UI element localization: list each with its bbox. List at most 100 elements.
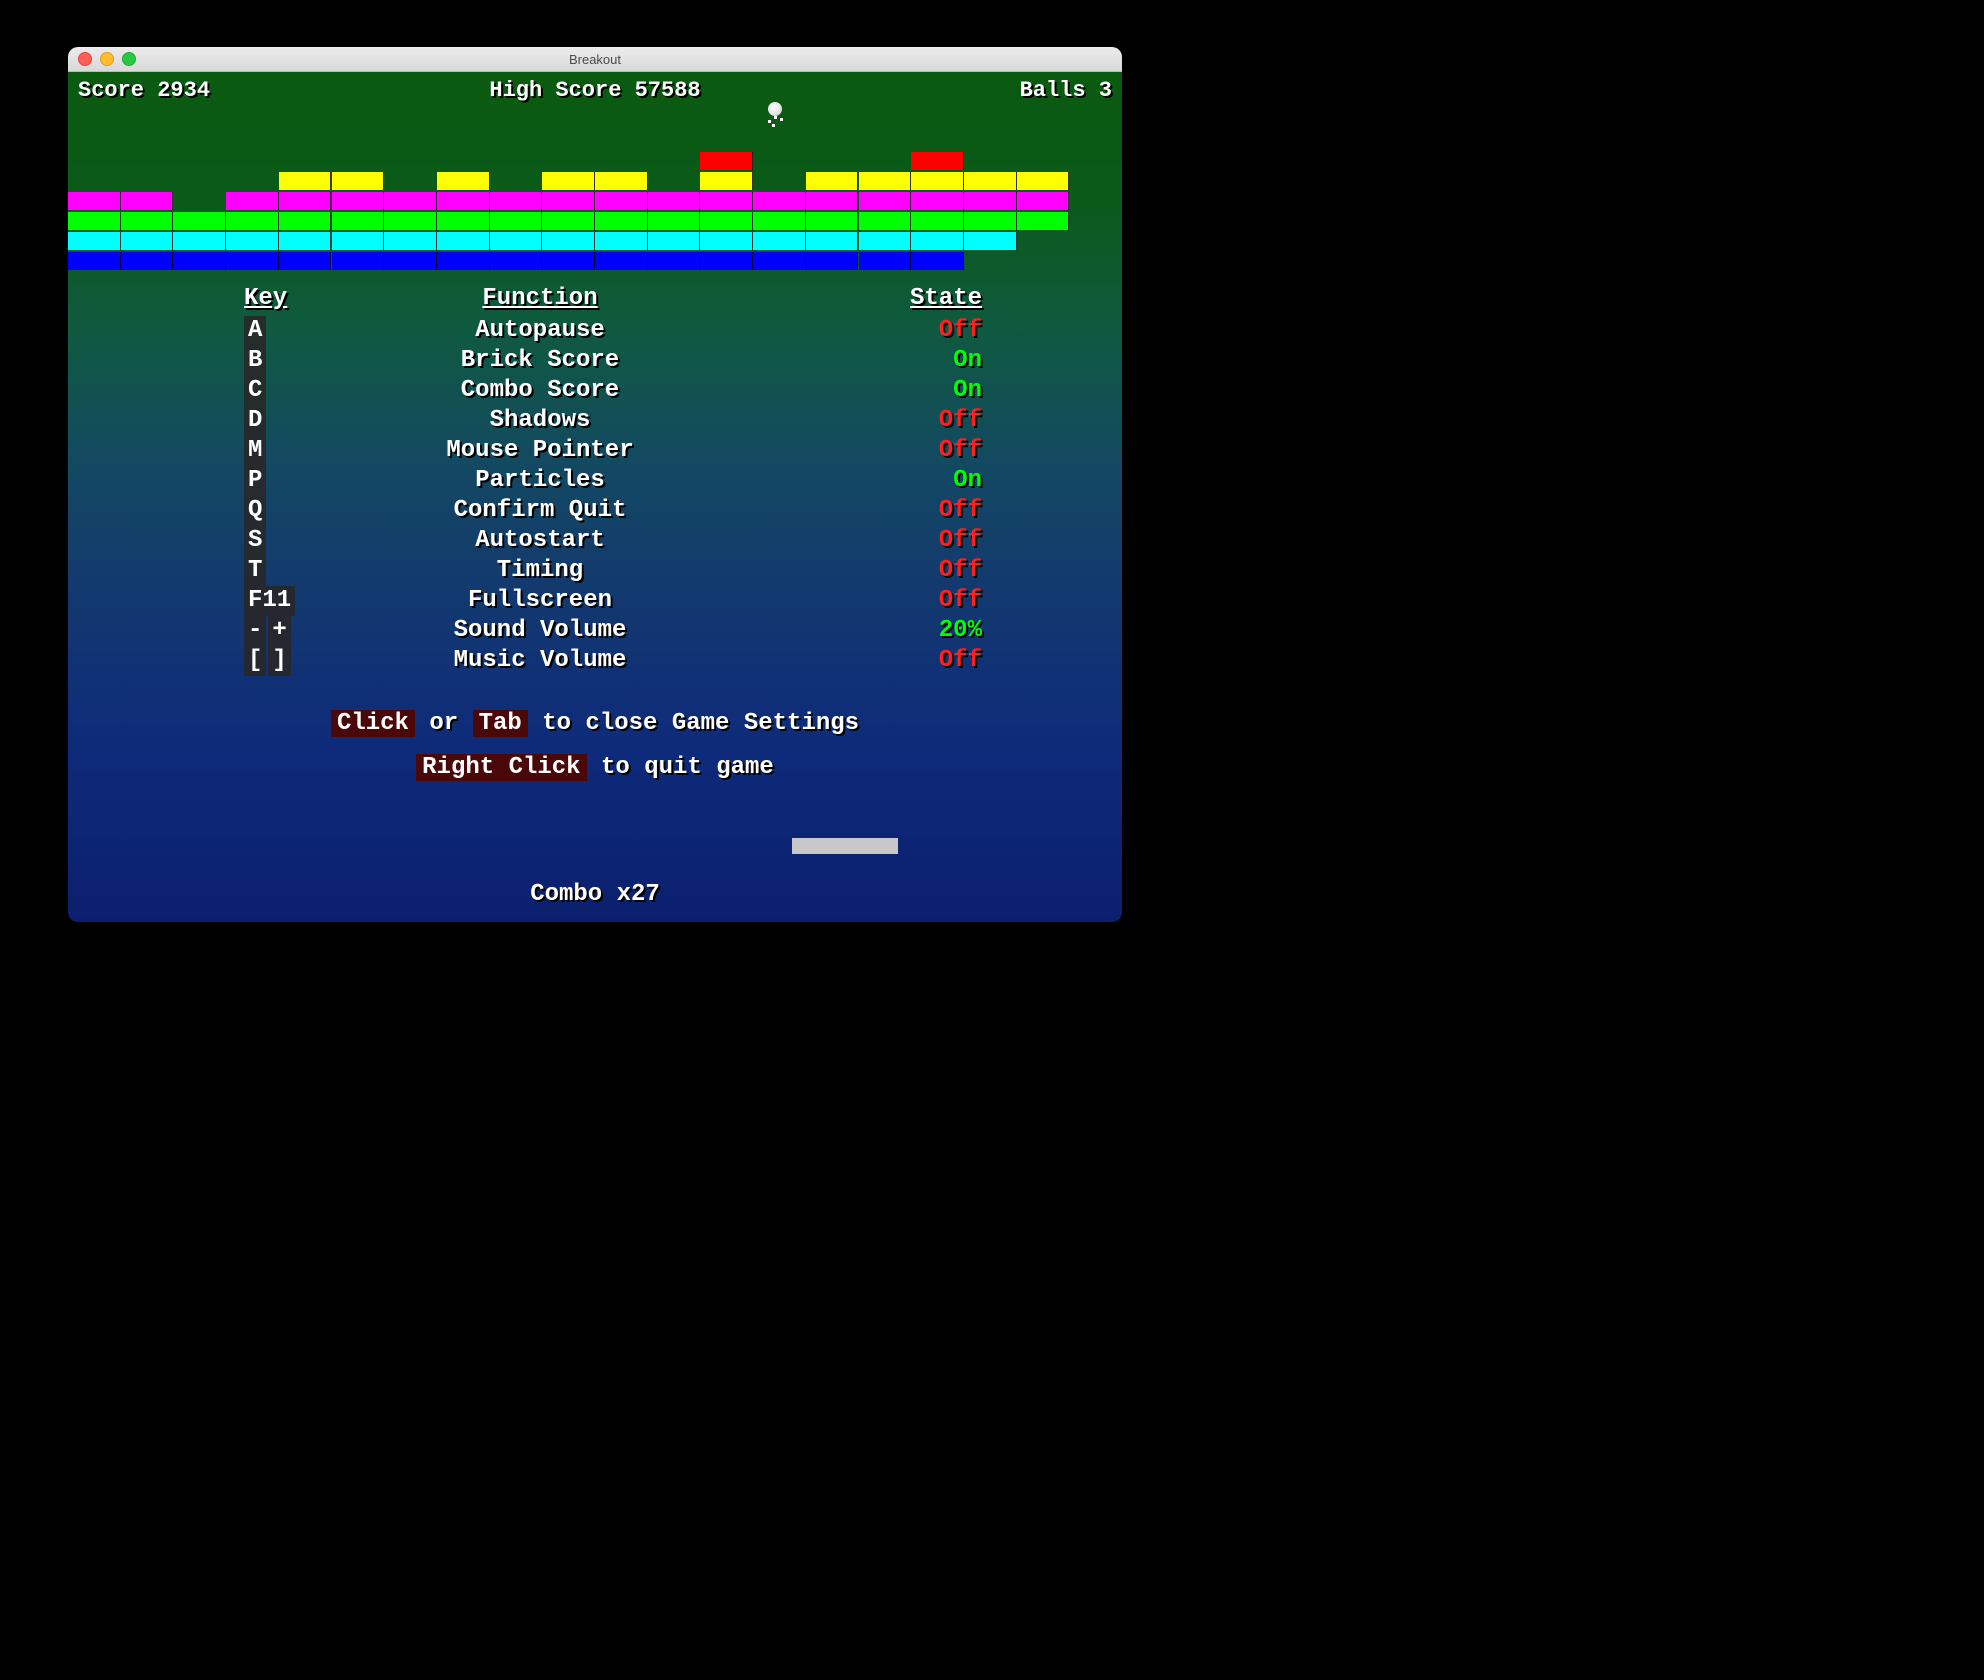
keycap[interactable]: M: [244, 436, 266, 466]
settings-overlay: Key Function State AAutopauseOffBBrick S…: [68, 284, 1122, 676]
brick: [911, 212, 964, 230]
brick: [490, 252, 543, 270]
paddle[interactable]: [792, 838, 898, 854]
brick: [279, 172, 332, 190]
brick: [859, 252, 912, 270]
settings-row: D ShadowsOff: [68, 406, 1122, 436]
brick: [859, 172, 912, 190]
settings-row: PParticlesOn: [68, 466, 1122, 496]
brick: [964, 192, 1017, 210]
brick: [806, 212, 859, 230]
brick: [121, 232, 174, 250]
brick: [226, 212, 279, 230]
brick: [437, 192, 490, 210]
brick: [121, 252, 174, 270]
brick: [173, 212, 226, 230]
keycap[interactable]: Q: [244, 496, 266, 526]
settings-row: F11FullscreenOff: [68, 586, 1122, 616]
hint-click-cap[interactable]: Click: [331, 710, 415, 737]
hint-or: or: [429, 710, 458, 737]
brick: [859, 212, 912, 230]
brick: [384, 192, 437, 210]
hint-text: Click or Tab to close Game Settings Righ…: [68, 702, 1122, 790]
keycap[interactable]: D: [244, 406, 266, 436]
keycap[interactable]: S: [244, 526, 266, 556]
settings-row: QConfirm QuitOff: [68, 496, 1122, 526]
brick: [226, 192, 279, 210]
app-window: Breakout Score 2934 High Score 57588 Bal…: [68, 47, 1122, 922]
settings-row: MMouse PointerOff: [68, 436, 1122, 466]
function-cell: Shadows: [298, 406, 782, 436]
brick: [700, 172, 753, 190]
brick: [68, 232, 121, 250]
titlebar[interactable]: Breakout: [68, 47, 1122, 72]
brick: [700, 192, 753, 210]
hint-quit-text: to quit game: [601, 754, 774, 781]
brick: [648, 232, 701, 250]
hud-highscore: High Score 57588: [68, 78, 1122, 103]
brick: [173, 252, 226, 270]
function-cell: Music Volume: [298, 646, 782, 676]
hint-rightclick-cap[interactable]: Right Click: [416, 754, 586, 781]
brick: [700, 252, 753, 270]
brick: [332, 212, 385, 230]
function-cell: Autostart: [298, 526, 782, 556]
keycap[interactable]: [: [244, 646, 266, 676]
state-cell: Off: [782, 496, 982, 526]
function-cell: Autopause: [298, 316, 782, 346]
brick: [332, 252, 385, 270]
function-cell: Timing: [298, 556, 782, 586]
key-cell: A: [68, 316, 298, 346]
brick: [911, 252, 964, 270]
particle: [772, 124, 775, 127]
brick: [384, 212, 437, 230]
brick: [1017, 192, 1070, 210]
header-func: Function: [298, 284, 782, 314]
brick: [68, 212, 121, 230]
brick: [700, 152, 753, 170]
settings-row: AAutopauseOff: [68, 316, 1122, 346]
function-cell: Mouse Pointer: [298, 436, 782, 466]
keycap[interactable]: C: [244, 376, 266, 406]
state-cell: Off: [782, 556, 982, 586]
ball: [768, 102, 782, 116]
function-cell: Sound Volume: [298, 616, 782, 646]
brick: [964, 212, 1017, 230]
keycap[interactable]: ]: [268, 646, 290, 676]
brick-row: [68, 152, 1122, 172]
keycap[interactable]: B: [244, 346, 266, 376]
brick: [1017, 212, 1070, 230]
settings-row: -+ Sound Volume20%: [68, 616, 1122, 646]
brick: [700, 232, 753, 250]
brick-row: [68, 212, 1122, 232]
brick: [964, 232, 1017, 250]
keycap[interactable]: T: [244, 556, 266, 586]
brick: [964, 172, 1017, 190]
keycap[interactable]: P: [244, 466, 266, 496]
keycap[interactable]: F11: [244, 586, 295, 616]
brick-row: [68, 252, 1122, 272]
state-cell: On: [782, 376, 982, 406]
brick: [332, 232, 385, 250]
hint-line-1: Click or Tab to close Game Settings: [68, 702, 1122, 746]
state-cell: Off: [782, 586, 982, 616]
state-cell: On: [782, 466, 982, 496]
settings-row: CCombo ScoreOn: [68, 376, 1122, 406]
hint-line-2: Right Click to quit game: [68, 746, 1122, 790]
keycap[interactable]: -: [244, 616, 266, 646]
brick: [648, 192, 701, 210]
brick: [226, 252, 279, 270]
keycap[interactable]: +: [268, 616, 290, 646]
brick: [542, 212, 595, 230]
settings-header-row: Key Function State: [68, 284, 1122, 314]
game-canvas[interactable]: Score 2934 High Score 57588 Balls 3 Key …: [68, 72, 1122, 922]
brick: [437, 212, 490, 230]
keycap[interactable]: A: [244, 316, 266, 346]
hint-tab-cap[interactable]: Tab: [473, 710, 528, 737]
brick: [595, 212, 648, 230]
brick: [384, 252, 437, 270]
state-cell: 20%: [782, 616, 982, 646]
state-cell: Off: [782, 406, 982, 436]
brick: [490, 192, 543, 210]
key-cell: Q: [68, 496, 298, 526]
